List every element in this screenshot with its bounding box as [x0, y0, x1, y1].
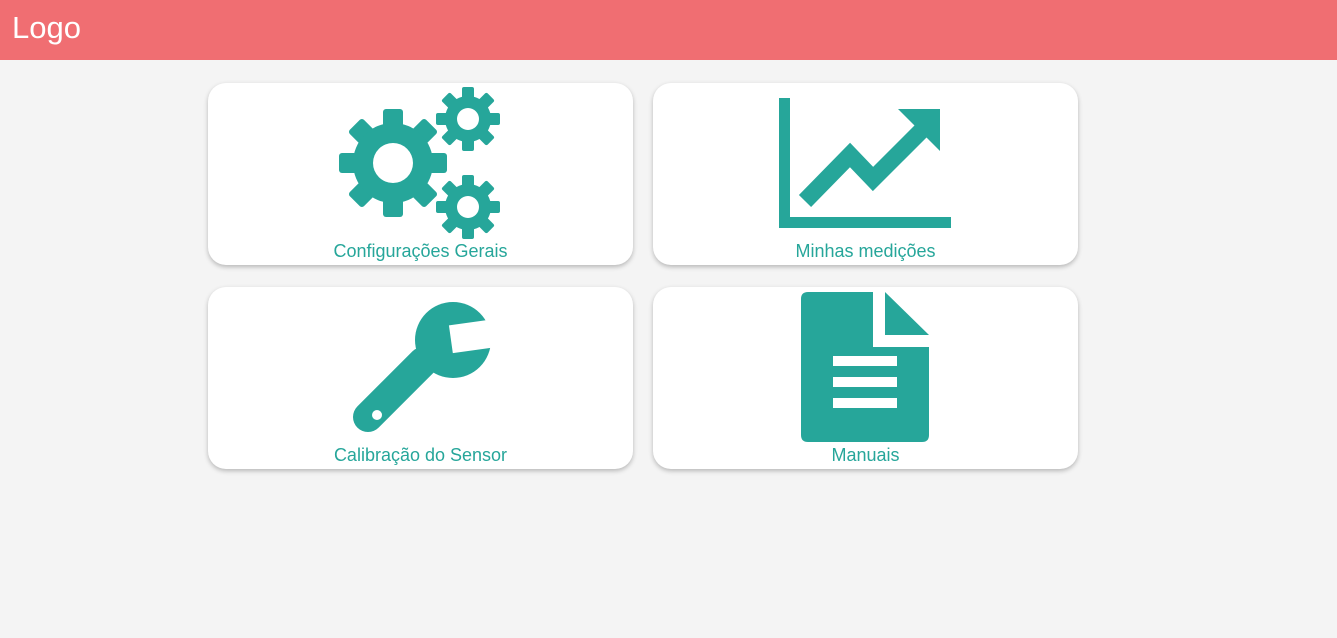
card-minhas-medicoes[interactable]: Minhas medições	[653, 83, 1078, 265]
card-calibracao-do-sensor[interactable]: Calibração do Sensor	[208, 287, 633, 469]
wrench-icon	[208, 287, 633, 447]
card-label: Calibração do Sensor	[333, 445, 508, 465]
card-manuais[interactable]: Manuais	[653, 287, 1078, 469]
line-chart-icon	[653, 83, 1078, 243]
app-header: Logo	[0, 0, 1337, 60]
gears-icon	[208, 83, 633, 243]
card-label: Manuais	[831, 445, 900, 465]
card-label: Configurações Gerais	[333, 241, 508, 261]
document-icon	[653, 287, 1078, 447]
card-label: Minhas medições	[795, 241, 936, 261]
logo[interactable]: Logo	[12, 9, 81, 47]
card-configuracoes-gerais[interactable]: Configurações Gerais	[208, 83, 633, 265]
